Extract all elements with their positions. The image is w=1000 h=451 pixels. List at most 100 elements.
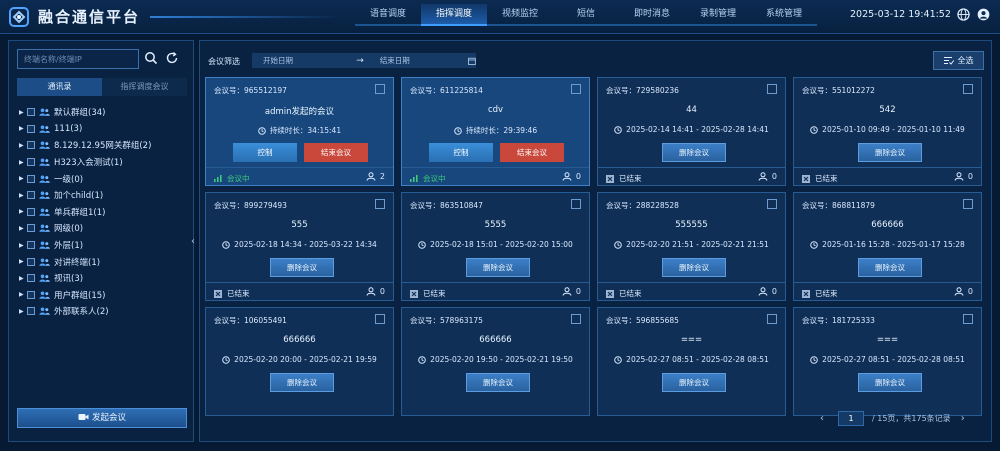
expand-arrow-icon[interactable]: ▶	[19, 192, 27, 199]
group-checkbox[interactable]	[27, 108, 35, 117]
nav-tab-recording[interactable]: 录制管理	[685, 4, 751, 26]
expand-arrow-icon[interactable]: ▶	[19, 125, 27, 132]
expand-arrow-icon[interactable]: ▶	[19, 258, 27, 265]
delete-meeting-button[interactable]: 删除会议	[662, 143, 726, 162]
tree-group-item[interactable]: ▶ 8.129.12.95网关群组(2)	[19, 137, 189, 154]
globe-icon[interactable]	[957, 8, 970, 21]
expand-arrow-icon[interactable]: ▶	[19, 275, 27, 282]
meeting-checkbox[interactable]	[571, 84, 581, 94]
meeting-card[interactable]: 会议号：863510847 5555 2025-02-18 15:01 - 2025…	[401, 192, 590, 301]
calendar-icon[interactable]	[468, 57, 476, 65]
delete-meeting-button[interactable]: 删除会议	[858, 143, 922, 162]
meeting-checkbox[interactable]	[375, 84, 385, 94]
meeting-card[interactable]: 会议号：729580236 44 2025-02-14 14:41 - 2025-0…	[597, 77, 786, 186]
meeting-checkbox[interactable]	[767, 84, 777, 94]
delete-meeting-button[interactable]: 删除会议	[858, 258, 922, 277]
nav-tab-sms[interactable]: 短信	[553, 4, 619, 26]
group-checkbox[interactable]	[27, 141, 35, 150]
tree-group-item[interactable]: ▶ 加个child(1)	[19, 187, 189, 204]
tree-group-item[interactable]: ▶ 用户群组(15)	[19, 287, 189, 304]
delete-meeting-button[interactable]: 删除会议	[466, 258, 530, 277]
expand-arrow-icon[interactable]: ▶	[19, 291, 27, 298]
tree-group-item[interactable]: ▶ 一级(0)	[19, 170, 189, 187]
end-meeting-button[interactable]: 结束会议	[500, 143, 564, 162]
meeting-checkbox[interactable]	[571, 314, 581, 324]
search-icon[interactable]	[144, 51, 158, 65]
meeting-card[interactable]: 会议号：965512197 admin发起的会议 持续时长： 34:15:41 控制 结束…	[205, 77, 394, 186]
tree-group-item[interactable]: ▶ 外层(1)	[19, 237, 189, 254]
delete-meeting-button[interactable]: 删除会议	[662, 373, 726, 392]
tab-command-meetings[interactable]: 指挥调度会议	[102, 78, 187, 96]
nav-tab-voice[interactable]: 语音调度	[355, 4, 421, 26]
date-range-picker[interactable]: 开始日期 → 结束日期	[252, 53, 476, 68]
tree-group-item[interactable]: ▶ H323入会测试(1)	[19, 154, 189, 171]
delete-meeting-button[interactable]: 删除会议	[270, 258, 334, 277]
control-button[interactable]: 控制	[233, 143, 297, 162]
meeting-card[interactable]: 会议号：899279493 555 2025-02-18 14:34 - 2025-…	[205, 192, 394, 301]
expand-arrow-icon[interactable]: ▶	[19, 175, 27, 182]
tree-group-item[interactable]: ▶ 111(3)	[19, 121, 189, 138]
delete-meeting-button[interactable]: 删除会议	[270, 373, 334, 392]
group-checkbox[interactable]	[27, 207, 35, 216]
nav-tab-system[interactable]: 系统管理	[751, 4, 817, 26]
meeting-card[interactable]: 会议号：181725333 === 2025-02-27 08:51 - 2025-…	[793, 307, 982, 416]
delete-meeting-button[interactable]: 删除会议	[466, 373, 530, 392]
expand-arrow-icon[interactable]: ▶	[19, 109, 27, 116]
collapse-sidebar-icon[interactable]: ‹	[191, 236, 195, 247]
group-checkbox[interactable]	[27, 274, 35, 283]
meeting-checkbox[interactable]	[963, 314, 973, 324]
group-checkbox[interactable]	[27, 290, 35, 299]
current-page[interactable]: 1	[838, 411, 864, 426]
delete-meeting-button[interactable]: 删除会议	[858, 373, 922, 392]
tree-group-item[interactable]: ▶ 对讲终端(1)	[19, 253, 189, 270]
expand-arrow-icon[interactable]: ▶	[19, 225, 27, 232]
tree-group-item[interactable]: ▶ 网级(0)	[19, 220, 189, 237]
nav-tab-command[interactable]: 指挥调度	[421, 4, 487, 26]
refresh-icon[interactable]	[165, 51, 179, 65]
meeting-checkbox[interactable]	[767, 314, 777, 324]
group-checkbox[interactable]	[27, 191, 35, 200]
meeting-card[interactable]: 会议号：596855685 === 2025-02-27 08:51 - 2025-…	[597, 307, 786, 416]
end-date-field[interactable]: 结束日期	[380, 55, 468, 66]
meeting-checkbox[interactable]	[963, 84, 973, 94]
tab-contacts[interactable]: 通讯录	[17, 78, 102, 96]
meeting-card[interactable]: 会议号：551012272 542 2025-01-10 09:49 - 2025-…	[793, 77, 982, 186]
meeting-checkbox[interactable]	[571, 199, 581, 209]
nav-tab-im[interactable]: 即时消息	[619, 4, 685, 26]
expand-arrow-icon[interactable]: ▶	[19, 159, 27, 166]
tree-group-item[interactable]: ▶ 视讯(3)	[19, 270, 189, 287]
meeting-card[interactable]: 会议号：106055491 666666 2025-02-20 20:00 - 20…	[205, 307, 394, 416]
group-checkbox[interactable]	[27, 257, 35, 266]
group-checkbox[interactable]	[27, 241, 35, 250]
group-checkbox[interactable]	[27, 158, 35, 167]
group-checkbox[interactable]	[27, 174, 35, 183]
tree-group-item[interactable]: ▶ 单兵群组1(1)	[19, 204, 189, 221]
terminal-search-input[interactable]	[17, 49, 139, 69]
delete-meeting-button[interactable]: 删除会议	[662, 258, 726, 277]
expand-arrow-icon[interactable]: ▶	[19, 142, 27, 149]
user-icon[interactable]	[977, 8, 990, 21]
select-all-button[interactable]: 全选	[933, 51, 984, 70]
meeting-checkbox[interactable]	[375, 314, 385, 324]
group-checkbox[interactable]	[27, 307, 35, 316]
group-checkbox[interactable]	[27, 224, 35, 233]
end-meeting-button[interactable]: 结束会议	[304, 143, 368, 162]
meeting-checkbox[interactable]	[767, 199, 777, 209]
start-date-field[interactable]: 开始日期	[263, 55, 356, 66]
expand-arrow-icon[interactable]: ▶	[19, 242, 27, 249]
tree-group-item[interactable]: ▶ 外部联系人(2)	[19, 303, 189, 320]
next-page-icon[interactable]: ›	[961, 413, 965, 424]
meeting-card[interactable]: 会议号：868811879 666666 2025-01-16 15:28 - 20…	[793, 192, 982, 301]
meeting-checkbox[interactable]	[375, 199, 385, 209]
meeting-card[interactable]: 会议号：288228528 555555 2025-02-20 21:51 - 20…	[597, 192, 786, 301]
tree-group-item[interactable]: ▶ 默认群组(34)	[19, 104, 189, 121]
expand-arrow-icon[interactable]: ▶	[19, 308, 27, 315]
prev-page-icon[interactable]: ‹	[820, 413, 824, 424]
meeting-card[interactable]: 会议号：611225814 cdv 持续时长： 29:39:46 控制 结束会议 会议中 0	[401, 77, 590, 186]
control-button[interactable]: 控制	[429, 143, 493, 162]
start-meeting-button[interactable]: 发起会议	[17, 408, 187, 428]
nav-tab-video[interactable]: 视频监控	[487, 4, 553, 26]
group-checkbox[interactable]	[27, 124, 35, 133]
expand-arrow-icon[interactable]: ▶	[19, 208, 27, 215]
meeting-checkbox[interactable]	[963, 199, 973, 209]
